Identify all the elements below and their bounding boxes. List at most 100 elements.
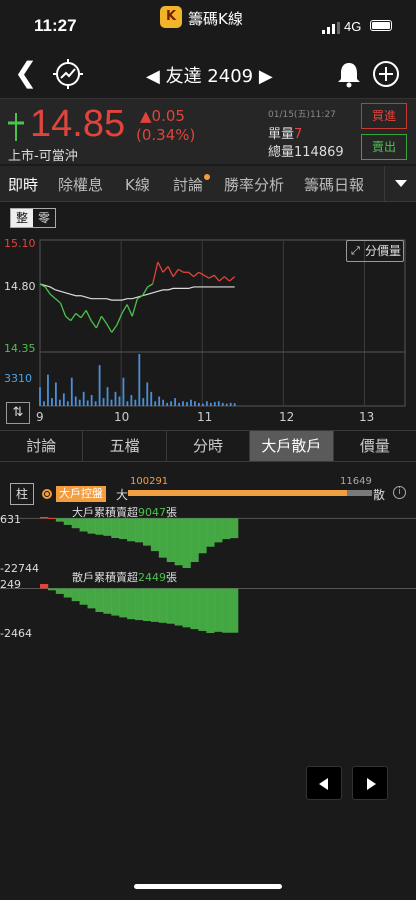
price-line-segment — [188, 271, 195, 278]
price-line-segment — [167, 266, 174, 277]
big-holder-bar — [214, 518, 223, 543]
small-holder-bar — [174, 588, 183, 626]
tabs-more-dropdown-icon[interactable] — [384, 166, 416, 202]
subtab-discussion[interactable]: 討論 — [0, 431, 84, 461]
tab-realtime[interactable]: 即時 — [8, 174, 38, 195]
volume-bar — [106, 387, 109, 406]
volume-bar — [209, 402, 212, 406]
back-icon[interactable]: ❮ — [14, 58, 37, 88]
holder-ratio-bar — [128, 490, 372, 496]
stock-title[interactable]: ◀ 友達 2409 ▶ — [146, 62, 273, 88]
price-volume-distribution-button[interactable]: ⤢ 分價量 — [346, 240, 404, 262]
radio-icon[interactable] — [42, 489, 52, 499]
small-axis-top: 249 — [0, 578, 21, 591]
small-holder-bar — [230, 588, 239, 633]
volume-bar — [51, 398, 53, 406]
swap-icon[interactable]: ⇅ — [6, 402, 30, 424]
big-holder-bar — [150, 518, 160, 552]
small-holder-bar — [135, 588, 144, 621]
big-holder-bar — [158, 518, 168, 558]
big-holder-bar — [206, 518, 215, 547]
price-line-segment — [213, 274, 220, 282]
price-line-segment — [44, 286, 51, 295]
battery-icon — [370, 20, 392, 31]
small-holder-bar — [206, 588, 215, 633]
small-axis-bottom: -2464 — [0, 627, 32, 640]
volume-bar — [162, 399, 165, 406]
next-page-button[interactable] — [352, 766, 388, 800]
volume-bar — [130, 395, 133, 406]
volume-bar — [146, 382, 149, 406]
tab-kline[interactable]: K線 — [125, 174, 150, 195]
sell-button[interactable]: 賣出 — [361, 134, 407, 160]
big-holder-bar — [190, 518, 199, 563]
volume-bar — [186, 402, 188, 406]
buy-button[interactable]: 買進 — [361, 103, 407, 129]
price-line-segment — [218, 276, 225, 282]
app-name: 籌碼K線 — [188, 10, 243, 28]
volume-bar — [213, 402, 216, 406]
tab-chip-daily[interactable]: 籌碼日報 — [304, 174, 364, 195]
small-holder-bar — [190, 588, 199, 630]
intraday-chart — [39, 239, 406, 407]
price-line-segment — [152, 261, 159, 285]
small-holder-bar — [222, 588, 231, 633]
single-volume: 單量7 — [268, 123, 302, 142]
big-holder-bar — [135, 518, 144, 543]
bell-icon[interactable] — [336, 60, 362, 88]
price-line-segment — [223, 276, 230, 282]
big-holder-bar — [79, 518, 88, 532]
big-axis-top: 631 — [0, 513, 21, 526]
big-holder-bar — [198, 518, 207, 554]
chart-frame — [39, 239, 406, 407]
volume-bar — [58, 399, 61, 406]
subtab-price-volume[interactable]: 價量 — [334, 431, 416, 461]
volume-bar — [166, 402, 169, 406]
volume-bar — [178, 402, 180, 406]
small-holder-bar — [111, 588, 120, 616]
volume-bar — [47, 374, 49, 406]
subtab-big-small[interactable]: 大戶散戶 — [250, 431, 334, 461]
prev-page-button[interactable] — [306, 766, 342, 800]
status-bar: 11:27 K 籌碼K線 4G — [0, 0, 416, 52]
tab-discussion[interactable]: 討論 — [173, 174, 211, 195]
lot-toggle[interactable]: 整 零 — [10, 208, 56, 228]
toggle-odd[interactable]: 零 — [33, 209, 55, 227]
volume-bar — [126, 401, 129, 406]
price-line-segment — [121, 304, 128, 314]
volume-bar — [43, 401, 45, 406]
volume-bar — [190, 399, 192, 406]
tab-win-rate[interactable]: 勝率分析 — [224, 174, 284, 195]
subtab-tick[interactable]: 分時 — [167, 431, 251, 461]
volume-bar — [217, 401, 220, 406]
add-icon[interactable] — [372, 60, 400, 88]
big-caption-value: 9047 — [138, 506, 166, 519]
small-holder-bar — [214, 588, 223, 632]
tab-dividend[interactable]: 除權息 — [58, 174, 103, 195]
main-tabs: 即時 除權息 K線 討論 勝率分析 籌碼日報 — [0, 166, 416, 202]
subtab-five-levels[interactable]: 五檔 — [83, 431, 167, 461]
volume-bar — [170, 401, 173, 406]
expand-icon: ⤢ — [351, 244, 360, 257]
volume-bar — [142, 398, 145, 406]
nav-bar: ❮ ◀ 友達 2409 ▶ — [0, 52, 416, 96]
single-volume-label: 單量 — [268, 127, 295, 142]
price-change-pct: (0.34%) — [136, 126, 196, 144]
volume-bar — [78, 399, 81, 406]
info-icon[interactable]: i — [393, 486, 406, 499]
notification-dot-icon — [204, 174, 211, 180]
volume-bar — [205, 401, 208, 406]
quote-timestamp: 01/15(五)11:27 — [268, 110, 336, 120]
price-line-segment — [106, 323, 113, 333]
big-holder-bar — [103, 518, 112, 536]
small-holder-bar — [63, 588, 72, 598]
trend-icon[interactable] — [52, 58, 84, 90]
price-ref-label: 14.80 — [4, 280, 36, 293]
big-holder-bar — [182, 518, 191, 568]
toggle-whole[interactable]: 整 — [11, 209, 33, 227]
price-line-segment — [85, 310, 92, 321]
big-holder-bar — [222, 518, 231, 540]
small-holder-count: 11649 — [340, 476, 372, 487]
small-holder-caption: 散戶累積賣超2449張 — [72, 569, 177, 585]
current-price: 14.85 — [30, 103, 126, 145]
